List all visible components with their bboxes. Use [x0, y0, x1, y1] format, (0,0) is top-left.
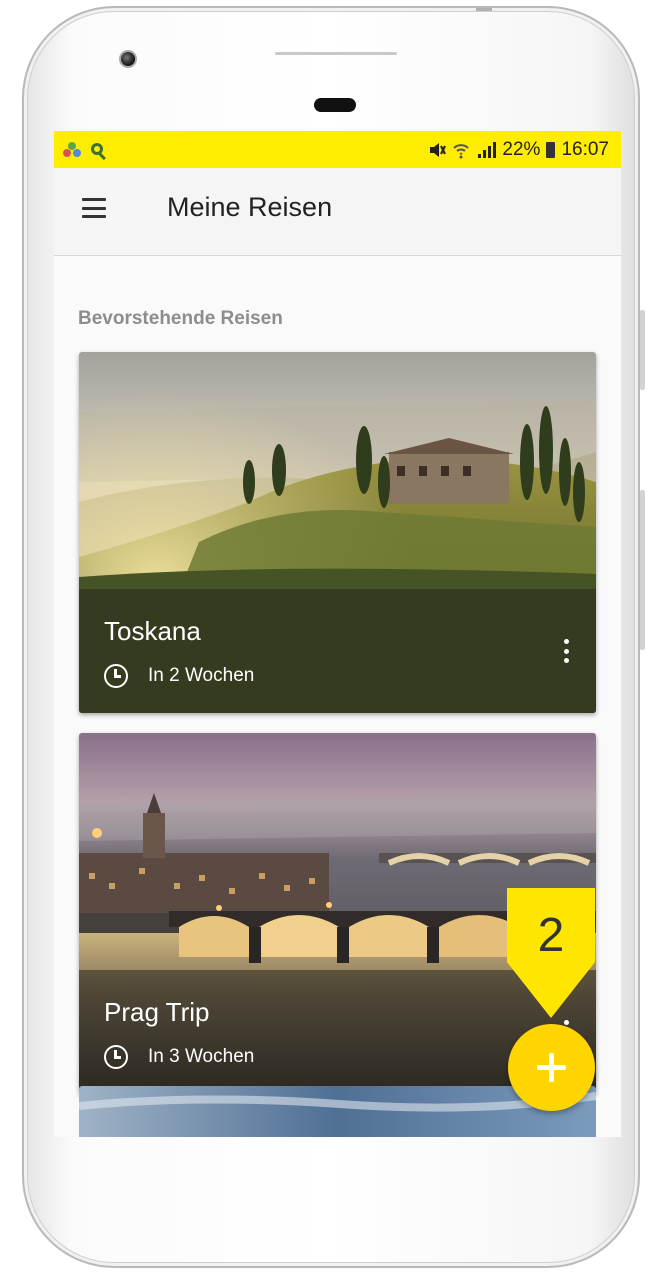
app-bar: Meine Reisen — [54, 168, 621, 256]
page-title: Meine Reisen — [167, 192, 333, 222]
trip-title: Toskana — [104, 616, 201, 646]
status-bar: 22% 16:07 — [54, 131, 621, 168]
signal-icon — [478, 141, 497, 158]
search-notification-icon — [91, 142, 106, 160]
phone-top-edge — [476, 8, 492, 11]
battery-percent: 22% — [502, 139, 541, 160]
clock-icon — [104, 664, 128, 688]
volume-button — [640, 490, 645, 650]
trip-subtitle: In 3 Wochen — [148, 1046, 255, 1067]
clock-icon — [104, 1045, 128, 1069]
more-options-icon[interactable] — [562, 639, 570, 663]
trip-card[interactable]: Toskana In 2 Wochen — [79, 352, 596, 713]
annotation-number: 2 — [537, 909, 565, 962]
proximity-sensor — [314, 98, 356, 112]
section-title: Bevorstehende Reisen — [78, 308, 283, 329]
card-caption-overlay — [79, 589, 596, 713]
trip-meta: In 2 Wochen — [104, 664, 254, 688]
front-camera — [119, 50, 137, 68]
earpiece-speaker — [275, 52, 397, 55]
status-time: 16:07 — [561, 139, 609, 160]
power-button — [640, 310, 645, 390]
trip-subtitle: In 2 Wochen — [148, 665, 255, 686]
app-notification-icon — [63, 141, 81, 157]
mute-icon — [430, 142, 447, 157]
trip-meta: In 3 Wochen — [104, 1045, 254, 1069]
trip-title: Prag Trip — [104, 997, 210, 1027]
add-trip-button[interactable] — [508, 1024, 595, 1111]
hamburger-menu-icon[interactable] — [82, 198, 106, 218]
wifi-icon — [453, 143, 470, 158]
battery-icon — [546, 141, 556, 158]
